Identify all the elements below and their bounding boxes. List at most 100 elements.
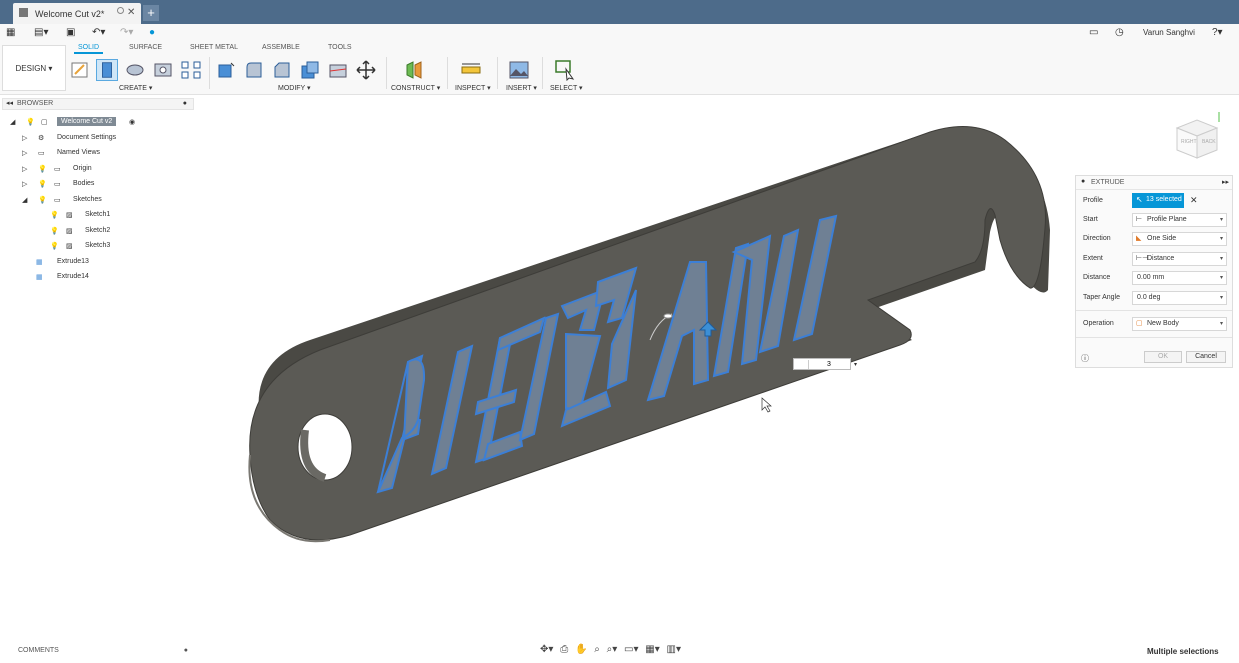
grid-settings-icon[interactable]: ▦▾ — [645, 644, 659, 655]
save-icon[interactable]: ▣ — [66, 27, 75, 38]
info-icon[interactable]: ⓘ — [1081, 353, 1089, 364]
browser-header[interactable]: ◂◂ BROWSER ● — [2, 98, 194, 110]
start-select[interactable]: ⊢ Profile Plane ▾ — [1132, 213, 1227, 227]
comments-panel[interactable]: COMMENTS ● — [2, 645, 194, 657]
browser-item-extrude14[interactable]: ▦ Extrude14 — [36, 271, 186, 285]
group-construct[interactable]: CONSTRUCT ▾ — [391, 84, 440, 92]
profile-selection-button[interactable]: ↖ 13 selected — [1132, 193, 1184, 208]
press-pull-icon[interactable] — [215, 59, 237, 81]
group-modify[interactable]: MODIFY ▾ — [278, 84, 311, 92]
fillet-icon[interactable] — [243, 59, 265, 81]
shell-icon[interactable] — [299, 59, 321, 81]
visibility-bulb-icon[interactable]: 💡 — [38, 180, 47, 188]
view-cube[interactable]: RIGHT BACK — [1172, 108, 1222, 164]
ok-button[interactable]: OK — [1144, 351, 1182, 363]
browser-item-sketch3[interactable]: 💡 ▨ Sketch3 — [50, 240, 190, 254]
user-name[interactable]: Varun Sanghvi — [1143, 28, 1195, 37]
workspace-switcher[interactable]: DESIGN ▾ — [2, 45, 66, 91]
browser-item-bodies[interactable]: ▷ 💡 ▭ Bodies — [22, 178, 192, 192]
expand-icon[interactable]: ▷ — [22, 134, 27, 142]
create-sketch-icon[interactable] — [69, 59, 91, 81]
group-insert[interactable]: INSERT ▾ — [506, 84, 537, 92]
display-settings-icon[interactable]: ▭▾ — [624, 644, 638, 655]
group-create[interactable]: CREATE ▾ — [119, 84, 152, 92]
close-icon[interactable]: ✕ — [127, 7, 135, 18]
distance-input-box[interactable] — [793, 358, 851, 370]
select-icon[interactable] — [554, 59, 576, 81]
tab-surface[interactable]: SURFACE — [129, 44, 162, 51]
chamfer-icon[interactable] — [271, 59, 293, 81]
distance-field[interactable]: 0.00 mm ▾ — [1132, 271, 1227, 285]
data-panel-icon[interactable]: ● — [149, 27, 155, 38]
visibility-bulb-icon[interactable]: 💡 — [38, 196, 47, 204]
grid-menu-icon[interactable]: ▦ — [6, 27, 15, 38]
comments-options-icon[interactable]: ● — [184, 647, 188, 654]
zoom-icon[interactable]: ⌕ — [594, 644, 600, 655]
clock-icon[interactable]: ◷ — [1115, 27, 1124, 38]
document-tab[interactable]: Welcome Cut v2* ✕ — [13, 3, 141, 24]
expand-icon[interactable]: ◢ — [10, 118, 15, 126]
expand-icon[interactable]: ▷ — [22, 149, 27, 157]
operation-select[interactable]: ▢ New Body ▾ — [1132, 317, 1227, 331]
browser-item-extrude13[interactable]: ▦ Extrude13 — [36, 256, 186, 270]
visibility-bulb-icon[interactable]: 💡 — [50, 242, 59, 250]
browser-item-sketch1[interactable]: 💡 ▨ Sketch1 — [50, 209, 190, 223]
new-tab-button[interactable]: + — [143, 5, 159, 21]
chevron-down-icon[interactable]: ▾ — [854, 361, 857, 368]
look-at-icon[interactable]: ⎙ — [560, 644, 568, 655]
redo-icon[interactable]: ↷▾ — [120, 27, 133, 38]
zoom-window-icon[interactable]: ⌕▾ — [607, 644, 618, 655]
undo-icon[interactable]: ↶▾ — [92, 27, 105, 38]
expand-icon[interactable]: ▷ — [22, 180, 27, 188]
expand-icon[interactable]: ▷ — [22, 165, 27, 173]
comments-label: COMMENTS — [18, 647, 59, 654]
browser-options-icon[interactable]: ● — [183, 100, 187, 107]
visibility-bulb-icon[interactable]: 💡 — [50, 227, 59, 235]
notification-icon[interactable]: ▭ — [1089, 27, 1098, 38]
tab-tools[interactable]: TOOLS — [328, 44, 352, 51]
hole-icon[interactable] — [152, 59, 174, 81]
pan-icon[interactable]: ✋ — [575, 644, 587, 655]
activate-icon[interactable]: ◉ — [129, 118, 135, 126]
profile-label: Profile — [1083, 197, 1103, 204]
split-body-icon[interactable] — [327, 59, 349, 81]
distance-input[interactable] — [808, 360, 850, 369]
orbit-icon[interactable]: ✥▾ — [540, 644, 553, 655]
measure-icon[interactable] — [460, 59, 482, 81]
viewports-icon[interactable]: ▥▾ — [667, 644, 681, 655]
visibility-bulb-icon[interactable]: 💡 — [50, 211, 59, 219]
clear-selection-icon[interactable]: ✕ — [1190, 195, 1198, 206]
cancel-button[interactable]: Cancel — [1186, 351, 1226, 363]
revolve-icon[interactable] — [124, 59, 146, 81]
help-icon[interactable]: ?▾ — [1212, 27, 1223, 38]
extrude-icon[interactable] — [96, 59, 118, 81]
insert-image-icon[interactable] — [508, 59, 530, 81]
tab-sheet-metal[interactable]: SHEET METAL — [190, 44, 238, 51]
tab-solid[interactable]: SOLID — [74, 44, 104, 54]
browser-item-sketch2[interactable]: 💡 ▨ Sketch2 — [50, 225, 190, 239]
tab-assemble[interactable]: ASSEMBLE — [262, 44, 300, 51]
profile-letter-r — [377, 354, 424, 493]
browser-item-sketches[interactable]: ◢ 💡 ▭ Sketches — [22, 194, 192, 208]
move-icon[interactable] — [355, 59, 377, 81]
file-menu-icon[interactable]: ▤▾ — [34, 27, 48, 38]
group-select[interactable]: SELECT ▾ — [550, 84, 583, 92]
collapse-icon[interactable]: ◂◂ — [6, 99, 13, 107]
expand-dialog-icon[interactable]: ▸▸ — [1222, 178, 1229, 186]
group-inspect[interactable]: INSPECT ▾ — [455, 84, 491, 92]
pattern-icon[interactable] — [180, 59, 202, 81]
visibility-bulb-icon[interactable]: 💡 — [38, 165, 47, 173]
browser-root[interactable]: ◢ 💡 ▢ Welcome Cut v2 ◉ — [10, 116, 190, 130]
visibility-bulb-icon[interactable]: 💡 — [26, 118, 35, 126]
construct-plane-icon[interactable] — [403, 59, 425, 81]
dialog-options-icon[interactable]: ● — [1081, 178, 1085, 185]
browser-item-origin[interactable]: ▷ 💡 ▭ Origin — [22, 163, 192, 177]
extrude-dialog-header[interactable]: ● EXTRUDE ▸▸ — [1076, 176, 1232, 190]
expand-icon[interactable]: ◢ — [22, 196, 27, 204]
folder-icon: ▭ — [38, 150, 45, 157]
browser-item-document-settings[interactable]: ▷ ⚙ Document Settings — [22, 132, 192, 146]
browser-item-named-views[interactable]: ▷ ▭ Named Views — [22, 147, 192, 161]
taper-angle-field[interactable]: 0.0 deg ▾ — [1132, 291, 1227, 305]
direction-select[interactable]: ◣ One Side ▾ — [1132, 232, 1227, 246]
extent-select[interactable]: ⊢⊣ Distance ▾ — [1132, 252, 1227, 266]
